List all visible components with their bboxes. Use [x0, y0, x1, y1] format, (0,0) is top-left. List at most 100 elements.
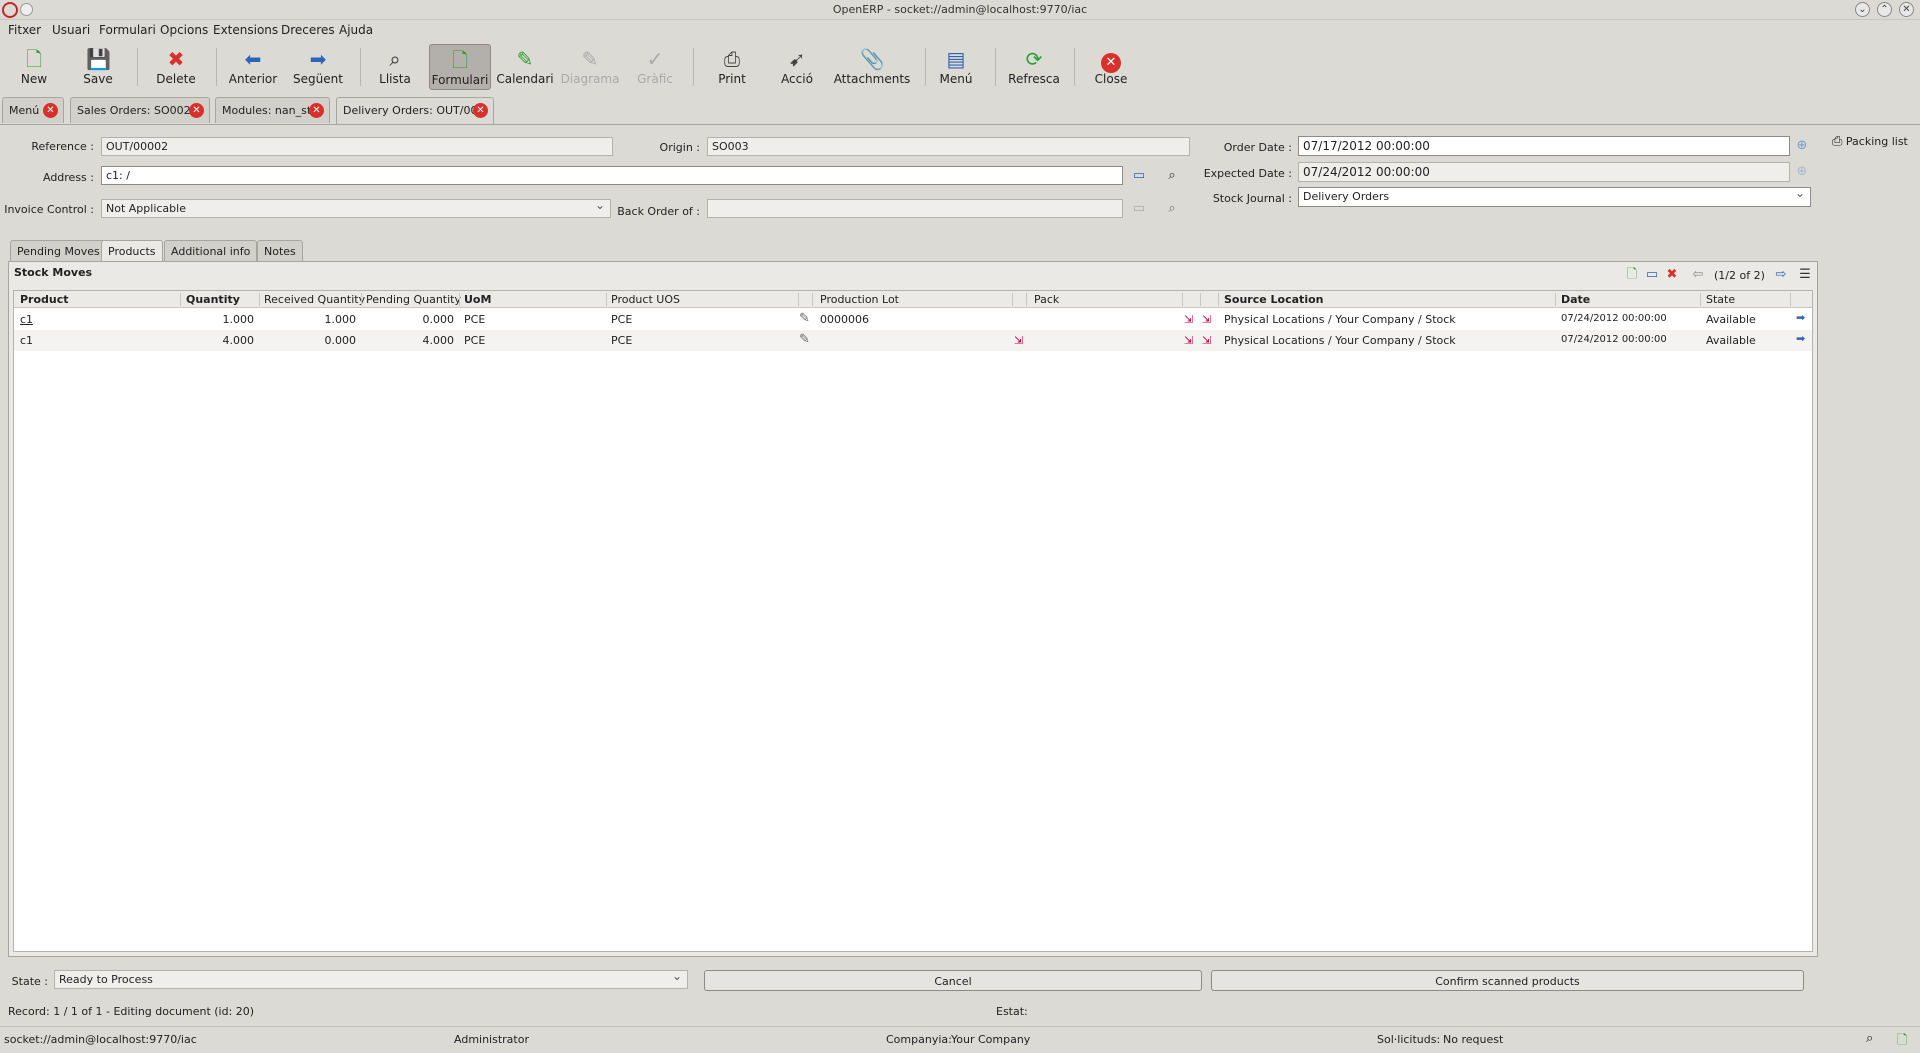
- tab-notes[interactable]: Notes: [257, 240, 303, 261]
- close-button[interactable]: ✕ Close: [1080, 44, 1142, 90]
- product-cell[interactable]: c1: [20, 334, 33, 347]
- search-binoculars-icon[interactable]: ⌕: [1163, 167, 1181, 185]
- search-binoculars-icon[interactable]: ⌕: [1163, 200, 1181, 218]
- close-tab-icon[interactable]: ✕: [43, 103, 58, 118]
- column-header[interactable]: Received Quantity: [264, 293, 365, 306]
- column-header[interactable]: Pending Quantity: [366, 293, 461, 306]
- form-view-button[interactable]: 🗋 Formulari: [429, 44, 491, 90]
- state-cell: Available: [1706, 313, 1756, 326]
- received-quantity-cell: 0.000: [324, 334, 357, 347]
- column-header[interactable]: Product UOS: [611, 293, 680, 306]
- date-picker-icon[interactable]: ⊕: [1793, 137, 1811, 155]
- confirm-scanned-products-button[interactable]: Confirm scanned products: [1211, 970, 1804, 991]
- reference-field[interactable]: OUT/00002: [101, 137, 613, 156]
- close-tab-icon[interactable]: ✕: [189, 103, 204, 118]
- product-cell[interactable]: c1: [20, 313, 33, 326]
- tab-products[interactable]: Products: [101, 240, 163, 262]
- column-header[interactable]: Date: [1561, 293, 1590, 306]
- tab-sales-orders[interactable]: Sales Orders: SO002 ✕: [70, 97, 210, 123]
- open-record-icon[interactable]: ▭: [1130, 167, 1148, 185]
- arrow-right-icon[interactable]: ➡: [1796, 332, 1805, 345]
- split-lot-icon[interactable]: ⇲: [1202, 313, 1216, 327]
- diagram-view-button[interactable]: ✎ Diagrama: [559, 44, 621, 90]
- next-page-icon[interactable]: ⇨: [1772, 266, 1790, 284]
- next-button[interactable]: ➡ Següent: [287, 44, 349, 90]
- menu-button[interactable]: ▤ Menú: [925, 44, 987, 90]
- close-tab-icon[interactable]: ✕: [473, 103, 488, 118]
- split-move-icon[interactable]: ⇲: [1014, 334, 1028, 348]
- close-window-icon[interactable]: ✕: [1899, 2, 1914, 17]
- close-tab-icon[interactable]: ✕: [309, 103, 324, 118]
- switch-view-icon[interactable]: ☰: [1796, 266, 1814, 284]
- tab-pending-moves[interactable]: Pending Moves: [10, 240, 107, 261]
- split-move-icon[interactable]: ⇲: [1184, 313, 1198, 327]
- split-lot-icon[interactable]: ⇲: [1202, 334, 1216, 348]
- menu-formulari[interactable]: Formulari: [99, 23, 156, 37]
- edit-lot-icon[interactable]: ✎: [799, 311, 810, 326]
- maximize-icon[interactable]: ⌃: [1877, 2, 1892, 17]
- save-icon: 💾: [86, 47, 111, 71]
- origin-field[interactable]: SO003: [707, 137, 1190, 156]
- open-record-icon[interactable]: ▭: [1130, 200, 1148, 218]
- menu-ajuda[interactable]: Ajuda: [339, 23, 373, 37]
- previous-page-icon[interactable]: ⇦: [1689, 266, 1707, 284]
- column-header[interactable]: State: [1706, 293, 1735, 306]
- previous-button[interactable]: ⬅ Anterior: [222, 44, 284, 90]
- printer-icon: ⎙: [724, 47, 740, 71]
- column-header[interactable]: Product: [20, 293, 69, 306]
- delete-button[interactable]: ✖ Delete: [145, 44, 207, 90]
- table-row[interactable]: c1 4.000 0.000 4.000 PCE PCE ✎ ⇲ ⇲ ⇲ Phy…: [14, 330, 1812, 351]
- cancel-button[interactable]: Cancel: [704, 970, 1202, 991]
- minimize-icon[interactable]: ⌄: [1855, 2, 1870, 17]
- production-lot-cell[interactable]: 0000006: [820, 313, 869, 326]
- column-header[interactable]: Source Location: [1224, 293, 1323, 306]
- state-cell: Available: [1706, 334, 1756, 347]
- state-select[interactable]: Ready to Process: [54, 970, 688, 989]
- tab-delivery-orders[interactable]: Delivery Orders: OUT/00 ✕: [336, 97, 494, 124]
- pager-text: (1/2 of 2): [1714, 269, 1765, 282]
- column-header[interactable]: Pack: [1034, 293, 1059, 306]
- save-button[interactable]: 💾 Save: [67, 44, 129, 90]
- menu-dreceres[interactable]: Dreceres: [281, 23, 335, 37]
- menu-extensions[interactable]: Extensions: [213, 23, 278, 37]
- origin-label: Origin :: [659, 141, 700, 154]
- print-button[interactable]: ⎙ Print: [701, 44, 763, 90]
- split-move-icon[interactable]: ⇲: [1184, 334, 1198, 348]
- menu-fitxer[interactable]: Fitxer: [8, 23, 41, 37]
- order-date-field[interactable]: 07/17/2012 00:00:00: [1298, 136, 1790, 156]
- date-cell: 07/24/2012 00:00:00: [1561, 334, 1667, 345]
- attachments-button[interactable]: 📎 Attachments: [832, 44, 912, 90]
- delete-line-icon[interactable]: ✖: [1663, 266, 1681, 284]
- action-button[interactable]: ➹ Acció: [766, 44, 828, 90]
- column-header[interactable]: Production Lot: [820, 293, 899, 306]
- graph-view-button[interactable]: ✓ Gràfic: [624, 44, 686, 90]
- edit-lot-icon[interactable]: ✎: [799, 332, 810, 347]
- packing-list-button[interactable]: ⎙ Packing list: [1832, 134, 1908, 149]
- stock-journal-select[interactable]: Delivery Orders: [1298, 187, 1811, 207]
- column-header[interactable]: UoM: [464, 293, 491, 306]
- table-row[interactable]: c1 1.000 1.000 0.000 PCE PCE ✎ 0000006 ⇲…: [14, 309, 1812, 330]
- menu-usuari[interactable]: Usuari: [52, 23, 90, 37]
- menu-opcions[interactable]: Opcions: [160, 23, 208, 37]
- back-order-label: Back Order of :: [617, 205, 700, 218]
- title-bar: OpenERP - socket://admin@localhost:9770/…: [0, 0, 1920, 20]
- expected-date-field[interactable]: 07/24/2012 00:00:00: [1298, 162, 1790, 182]
- edit-line-icon[interactable]: ▭: [1643, 266, 1661, 284]
- list-view-button[interactable]: ⌕ Llista: [364, 44, 426, 90]
- invoice-control-select[interactable]: Not Applicable: [101, 199, 611, 218]
- arrow-right-icon[interactable]: ➡: [1796, 311, 1805, 324]
- calendar-view-button[interactable]: ✎ Calendari: [494, 44, 556, 90]
- back-order-field[interactable]: [707, 199, 1123, 218]
- address-field[interactable]: c1: /: [101, 166, 1123, 185]
- tab-modules[interactable]: Modules: nan_st ✕: [215, 97, 330, 123]
- tab-additional-info[interactable]: Additional info: [164, 240, 258, 261]
- new-request-icon[interactable]: 🗋: [1897, 1031, 1907, 1053]
- refresh-button[interactable]: ⟳ Refresca: [1003, 44, 1065, 90]
- new-line-icon[interactable]: 🗋: [1623, 266, 1641, 284]
- tab-menu[interactable]: Menú ✕: [2, 97, 64, 123]
- search-binoculars-icon[interactable]: ⌕: [1866, 1031, 1873, 1046]
- delete-icon: ✖: [167, 47, 185, 71]
- date-picker-icon[interactable]: ⊕: [1793, 163, 1811, 181]
- column-header[interactable]: Quantity: [186, 293, 240, 306]
- new-button[interactable]: 🗋 New: [3, 44, 65, 90]
